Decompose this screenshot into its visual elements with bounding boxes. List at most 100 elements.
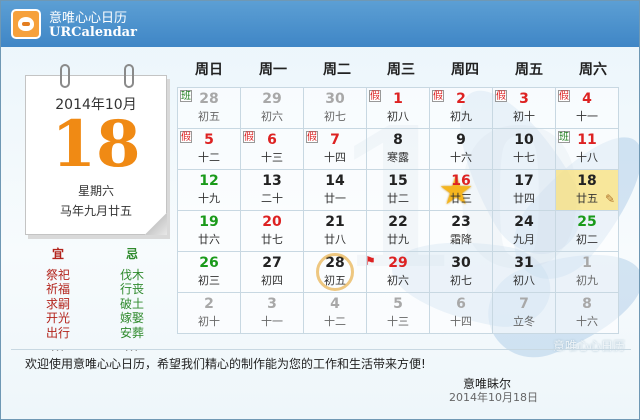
holiday-badge: 假: [432, 90, 444, 102]
day-number: 8: [393, 132, 403, 148]
weekday-header: 周日 周一 周二 周三 周四 周五 周六: [177, 59, 625, 79]
holiday-badge: 假: [306, 131, 318, 143]
lunar-day: 十六: [450, 151, 472, 164]
lunar-day: 九月: [513, 233, 535, 246]
day-cell[interactable]: 17 廿四: [492, 169, 556, 211]
day-cell[interactable]: 28 初五: [303, 251, 367, 293]
yi-item: 祈福: [45, 282, 70, 296]
day-cell[interactable]: 8 十六: [555, 292, 619, 334]
day-cell[interactable]: ⚑ 29 初六: [365, 251, 430, 293]
lunar-day: 十一: [261, 315, 283, 328]
yi-more[interactable]: ...: [33, 340, 83, 355]
yi-item: 开光: [45, 311, 70, 325]
day-page: 2014年10月 18 星期六 马年九月廿五: [25, 64, 167, 235]
week-row: 2 初十 3 十一 4 十二 5 十三 6 十四 7 立冬 8 十六: [177, 292, 619, 334]
day-cell[interactable]: 24 九月: [492, 210, 556, 252]
divider: [11, 349, 631, 350]
lunar-day: 初八: [387, 110, 409, 123]
title-bar[interactable]: 意唯心心日历 URCalendar: [1, 1, 639, 47]
day-number: 29: [388, 255, 408, 271]
yi-item: 求嗣: [45, 296, 70, 311]
lunar-day: 初六: [261, 110, 283, 123]
lunar-day: 二十: [261, 192, 283, 205]
day-cell[interactable]: 22 廿九: [366, 210, 430, 252]
ji-item: 嫁娶: [119, 311, 144, 325]
day-number: 24: [514, 214, 534, 230]
lunar-day: 霜降: [450, 233, 472, 246]
day-cell[interactable]: 25 初二: [555, 210, 619, 252]
day-number: 10: [514, 132, 534, 148]
lunar-day: 初八: [513, 274, 535, 287]
day-number: 1: [582, 255, 592, 271]
day-cell[interactable]: 12 十九: [177, 169, 241, 211]
lunar-day: 廿三: [450, 192, 472, 205]
ji-list: 忌 伐木 行丧 破土 嫁娶 安葬 ...: [107, 247, 157, 355]
day-number: 13: [262, 173, 282, 189]
weekday-sat: 周六: [579, 62, 607, 78]
lunar-day: 初五: [198, 110, 220, 123]
ji-more[interactable]: ...: [107, 340, 157, 355]
day-cell[interactable]: 20 廿七: [240, 210, 304, 252]
app-title-english: URCalendar: [49, 25, 137, 40]
day-cell[interactable]: 26 初三: [177, 251, 241, 293]
day-number: 15: [388, 173, 408, 189]
lunar-day: 十六: [576, 315, 598, 328]
day-cell[interactable]: 15 廿二: [366, 169, 430, 211]
pencil-icon[interactable]: ✎: [605, 192, 615, 206]
lunar-day: 立冬: [513, 315, 535, 328]
binder-ring-icon: [124, 64, 134, 88]
day-cell[interactable]: 14 廿一: [303, 169, 367, 211]
lunar-day: 初九: [450, 110, 472, 123]
lunar-day: 十二: [198, 151, 220, 164]
day-cell[interactable]: 29 初六: [240, 87, 304, 129]
day-cell[interactable]: 9 十六: [429, 128, 493, 170]
lunar-day: 初七: [450, 274, 472, 287]
day-cell[interactable]: 假 2 初九: [429, 87, 493, 129]
day-cell[interactable]: 23 霜降: [429, 210, 493, 252]
day-cell[interactable]: 21 廿八: [303, 210, 367, 252]
day-cell[interactable]: 10 十七: [492, 128, 556, 170]
day-cell[interactable]: 19 廿六: [177, 210, 241, 252]
day-cell[interactable]: 假 1 初八: [366, 87, 430, 129]
day-cell[interactable]: 13 二十: [240, 169, 304, 211]
ji-item: 伐木: [119, 267, 144, 282]
day-cell[interactable]: 班 28 初五: [177, 87, 241, 129]
ji-item: 行丧: [119, 282, 144, 296]
lunar-day: 初六: [387, 274, 409, 287]
day-cell[interactable]: 假 5 十二: [177, 128, 241, 170]
big-day-number: 18: [51, 107, 141, 182]
day-cell[interactable]: 4 十二: [303, 292, 367, 334]
day-cell[interactable]: 30 初七: [429, 251, 493, 293]
day-cell[interactable]: ✎ 18 廿五: [555, 169, 619, 211]
day-number: 6: [456, 296, 466, 312]
day-cell[interactable]: 31 初八: [492, 251, 556, 293]
day-number: 17: [514, 173, 534, 189]
day-number: 7: [519, 296, 529, 312]
day-number: 12: [199, 173, 219, 189]
day-cell[interactable]: 3 十一: [240, 292, 304, 334]
day-cell[interactable]: 6 十四: [429, 292, 493, 334]
week-row: 班 28 初五 29 初六 30 初七 假 1 初八假 2 初九假 3 初十假 4 十一: [177, 87, 619, 129]
day-cell[interactable]: 假 6 十三: [240, 128, 304, 170]
lunar-day: 十四: [324, 151, 346, 164]
day-cell[interactable]: ★ 16 廿三: [429, 169, 493, 211]
day-number: 3: [267, 296, 277, 312]
app-logo-icon[interactable]: [11, 9, 41, 39]
day-cell[interactable]: 假 7 十四: [303, 128, 367, 170]
day-cell[interactable]: 27 初四: [240, 251, 304, 293]
lunar-day: 十四: [450, 315, 472, 328]
day-cell[interactable]: 1 初九: [555, 251, 619, 293]
day-cell[interactable]: 班 11 十八: [555, 128, 619, 170]
day-number: 20: [262, 214, 282, 230]
day-cell[interactable]: 8 寒露: [366, 128, 430, 170]
day-cell[interactable]: 2 初十: [177, 292, 241, 334]
day-cell[interactable]: 7 立冬: [492, 292, 556, 334]
day-number: 2: [204, 296, 214, 312]
day-cell[interactable]: 30 初七: [303, 87, 367, 129]
workday-badge: 班: [558, 131, 570, 143]
day-cell[interactable]: 假 4 十一: [555, 87, 619, 129]
lunar-day: 十七: [513, 151, 535, 164]
day-cell[interactable]: 假 3 初十: [492, 87, 556, 129]
day-cell[interactable]: 5 十三: [366, 292, 430, 334]
welcome-message: 欢迎使用意唯心心日历，希望我们精心的制作能为您的工作和生活带来方便!: [25, 357, 426, 371]
